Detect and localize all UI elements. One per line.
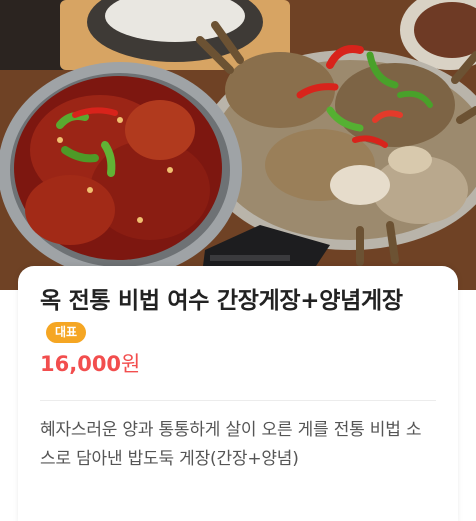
price-amount: 16,000: [40, 352, 122, 376]
divider: [40, 400, 436, 401]
menu-price: 16,000원: [40, 350, 140, 378]
price-unit: 원: [121, 352, 141, 376]
menu-item-screen: 옥 전통 비법 여수 간장게장+양념게장대표 16,000원 혜자스러운 양과 …: [0, 0, 476, 521]
menu-title-text: 옥 전통 비법 여수 간장게장+양념게장: [40, 288, 403, 314]
signature-badge: 대표: [46, 322, 87, 343]
menu-info-card: 옥 전통 비법 여수 간장게장+양념게장대표 16,000원 혜자스러운 양과 …: [18, 266, 458, 521]
menu-description: 혜자스러운 양과 통통하게 살이 오른 게를 전통 비법 소스로 담아낸 밥도둑…: [40, 420, 422, 469]
food-photo: [0, 0, 476, 290]
menu-title: 옥 전통 비법 여수 간장게장+양념게장대표: [40, 286, 440, 348]
